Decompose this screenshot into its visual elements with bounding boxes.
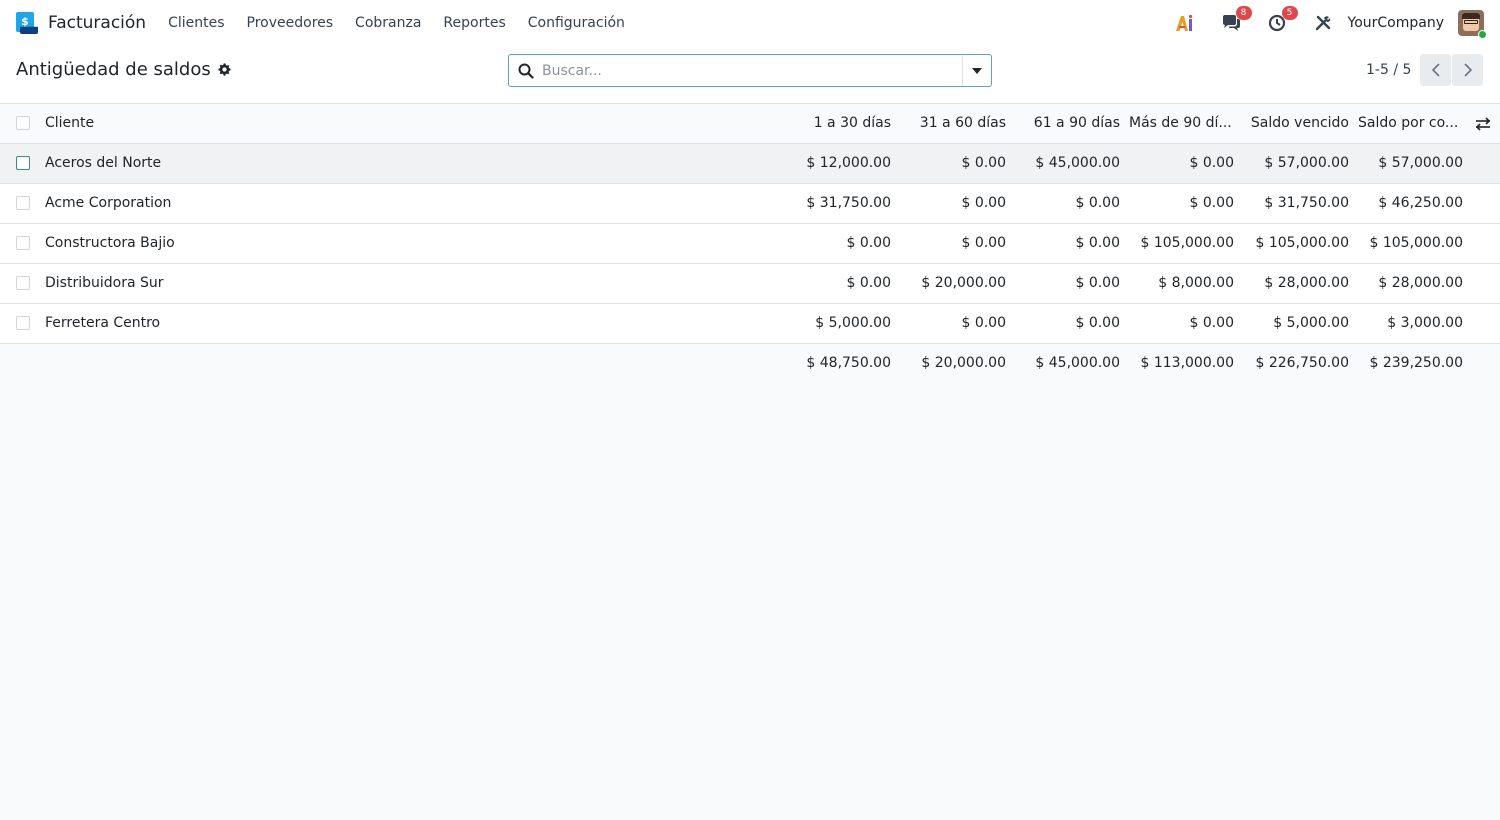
total-saldo-vencido: $ 226,750.00 — [1255, 355, 1349, 371]
cell-31-60: $ 0.00 — [961, 155, 1006, 171]
menu-configuracion[interactable]: Configuración — [528, 15, 625, 31]
total-over-90: $ 113,000.00 — [1140, 355, 1234, 371]
cell-saldo-por-cobrar: $ 46,250.00 — [1378, 195, 1463, 211]
company-name[interactable]: YourCompany — [1348, 15, 1445, 31]
table-row[interactable]: Constructora Bajio $ 0.00 $ 0.00 $ 0.00 … — [0, 224, 1500, 264]
row-checkbox[interactable] — [16, 156, 30, 170]
cell-1-30: $ 12,000.00 — [806, 155, 891, 171]
row-checkbox[interactable] — [16, 196, 30, 210]
app-name[interactable]: Facturación — [48, 13, 146, 33]
cell-cliente: Distribuidora Sur — [45, 275, 164, 291]
cell-1-30: $ 31,750.00 — [806, 195, 891, 211]
cell-saldo-por-cobrar: $ 3,000.00 — [1387, 315, 1463, 331]
cell-saldo-por-cobrar: $ 105,000.00 — [1369, 235, 1463, 251]
online-status-dot — [1478, 30, 1487, 39]
page-title-text: Antigüedad de saldos — [16, 59, 211, 80]
pager-value[interactable]: 1-5 / 5 — [1366, 62, 1411, 78]
cell-saldo-por-cobrar: $ 57,000.00 — [1378, 155, 1463, 171]
column-header-over-90[interactable]: Más de 90 dí... — [1129, 104, 1236, 143]
ai-icon[interactable] — [1174, 12, 1196, 34]
menu-clientes[interactable]: Clientes — [168, 15, 224, 31]
total-saldo-por-cobrar: $ 239,250.00 — [1369, 355, 1463, 371]
cell-saldo-vencido: $ 31,750.00 — [1264, 195, 1349, 211]
cell-over-90: $ 0.00 — [1189, 315, 1234, 331]
cell-1-30: $ 5,000.00 — [815, 315, 891, 331]
caret-down-icon — [972, 67, 982, 74]
sliders-icon[interactable] — [1475, 116, 1491, 132]
column-header-saldo-por-cobrar[interactable]: Saldo por co... — [1358, 104, 1466, 143]
cell-61-90: $ 0.00 — [1075, 315, 1120, 331]
pager-previous-button[interactable] — [1420, 54, 1451, 86]
cell-saldo-vencido: $ 105,000.00 — [1255, 235, 1349, 251]
aging-table: Cliente 1 a 30 días 31 a 60 días 61 a 90… — [0, 104, 1500, 384]
table-header: Cliente 1 a 30 días 31 a 60 días 61 a 90… — [0, 104, 1500, 144]
select-all-checkbox[interactable] — [16, 116, 30, 130]
row-checkbox[interactable] — [16, 276, 30, 290]
column-header-61-90[interactable]: 61 a 90 días — [1010, 104, 1120, 143]
table-totals-row: $ 48,750.00 $ 20,000.00 $ 45,000.00 $ 11… — [0, 344, 1500, 384]
column-header-cliente[interactable]: Cliente — [45, 104, 645, 143]
total-31-60: $ 20,000.00 — [921, 355, 1006, 371]
cell-cliente: Aceros del Norte — [45, 155, 162, 171]
chevron-left-icon — [1431, 63, 1440, 77]
cell-61-90: $ 0.00 — [1075, 235, 1120, 251]
cell-1-30: $ 0.00 — [846, 275, 891, 291]
cell-saldo-vencido: $ 28,000.00 — [1264, 275, 1349, 291]
table-row[interactable]: Distribuidora Sur $ 0.00 $ 20,000.00 $ 0… — [0, 264, 1500, 304]
cell-31-60: $ 0.00 — [961, 195, 1006, 211]
messages-button[interactable]: 8 — [1220, 6, 1252, 34]
column-header-1-30[interactable]: 1 a 30 días — [780, 104, 891, 143]
cell-saldo-por-cobrar: $ 28,000.00 — [1378, 275, 1463, 291]
gear-icon[interactable] — [218, 63, 231, 76]
search-options-toggle[interactable] — [962, 55, 991, 86]
cell-31-60: $ 0.00 — [961, 315, 1006, 331]
search-box — [508, 54, 992, 87]
cell-61-90: $ 0.00 — [1075, 195, 1120, 211]
activities-badge: 5 — [1281, 6, 1298, 20]
chevron-right-icon — [1463, 63, 1472, 77]
cell-cliente: Acme Corporation — [45, 195, 172, 211]
page-title: Antigüedad de saldos — [16, 59, 231, 80]
total-61-90: $ 45,000.00 — [1035, 355, 1120, 371]
messages-badge: 8 — [1235, 6, 1252, 20]
menu-proveedores[interactable]: Proveedores — [247, 15, 334, 31]
cell-61-90: $ 45,000.00 — [1035, 155, 1120, 171]
activities-button[interactable]: 5 — [1266, 6, 1298, 34]
cell-over-90: $ 8,000.00 — [1158, 275, 1234, 291]
total-1-30: $ 48,750.00 — [806, 355, 891, 371]
tools-icon[interactable] — [1312, 12, 1334, 34]
cell-61-90: $ 0.00 — [1075, 275, 1120, 291]
table-row[interactable]: Aceros del Norte $ 12,000.00 $ 0.00 $ 45… — [0, 144, 1500, 184]
cell-saldo-vencido: $ 57,000.00 — [1264, 155, 1349, 171]
search-input[interactable] — [542, 62, 952, 79]
table-row[interactable]: Ferretera Centro $ 5,000.00 $ 0.00 $ 0.0… — [0, 304, 1500, 344]
cell-over-90: $ 0.00 — [1189, 195, 1234, 211]
cell-over-90: $ 105,000.00 — [1140, 235, 1234, 251]
table-row[interactable]: Acme Corporation $ 31,750.00 $ 0.00 $ 0.… — [0, 184, 1500, 224]
invoicing-app-icon[interactable]: $ — [16, 12, 38, 34]
row-checkbox[interactable] — [16, 316, 30, 330]
menu-reportes[interactable]: Reportes — [443, 15, 505, 31]
menu-cobranza[interactable]: Cobranza — [355, 15, 421, 31]
control-panel: Antigüedad de saldos 1-5 / 5 — [0, 46, 1500, 104]
pager-next-button[interactable] — [1452, 54, 1483, 86]
cell-31-60: $ 20,000.00 — [921, 275, 1006, 291]
column-header-saldo-vencido[interactable]: Saldo vencido — [1238, 104, 1349, 143]
cell-over-90: $ 0.00 — [1189, 155, 1234, 171]
cell-cliente: Ferretera Centro — [45, 315, 161, 331]
cell-1-30: $ 0.00 — [846, 235, 891, 251]
top-navbar: $ Facturación Clientes Proveedores Cobra… — [0, 0, 1500, 46]
row-checkbox[interactable] — [16, 236, 30, 250]
cell-cliente: Constructora Bajio — [45, 235, 175, 251]
search-icon — [518, 63, 534, 79]
cell-saldo-vencido: $ 5,000.00 — [1273, 315, 1349, 331]
user-avatar[interactable] — [1458, 10, 1487, 39]
column-header-31-60[interactable]: 31 a 60 días — [895, 104, 1006, 143]
cell-31-60: $ 0.00 — [961, 235, 1006, 251]
